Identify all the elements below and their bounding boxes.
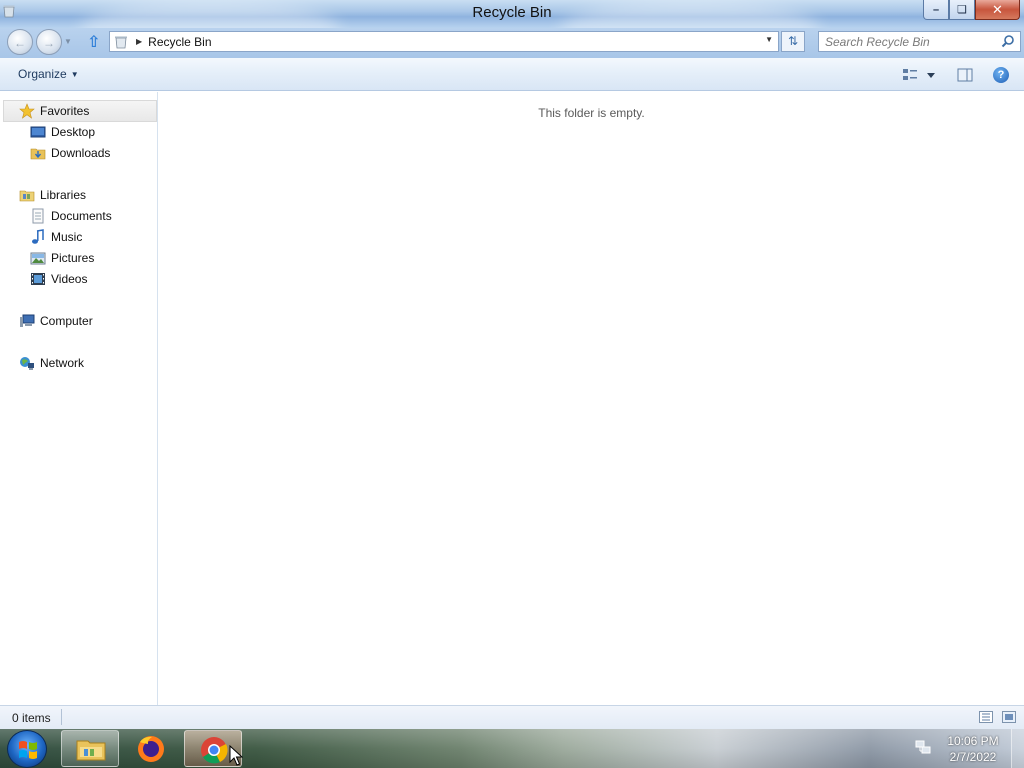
address-bar[interactable]: ▶ Recycle Bin ▼: [109, 31, 779, 52]
nav-item-label: Favorites: [40, 104, 90, 118]
large-icons-view-icon[interactable]: [1002, 711, 1016, 723]
details-view-icon[interactable]: [979, 711, 993, 723]
window-title: Recycle Bin: [472, 4, 552, 21]
organize-label: Organize: [18, 67, 67, 81]
help-icon[interactable]: ?: [993, 67, 1009, 83]
forward-button[interactable]: →: [36, 29, 62, 55]
back-arrow-icon: ←: [14, 36, 26, 50]
minimize-icon: –: [932, 3, 940, 16]
nav-item-computer[interactable]: Computer: [19, 311, 93, 331]
refresh-icon: ⇅: [787, 34, 799, 48]
minimize-button[interactable]: –: [923, 0, 949, 20]
nav-item-music[interactable]: Music: [30, 227, 82, 247]
taskbar-windows-explorer[interactable]: [61, 730, 119, 767]
nav-item-label: Network: [40, 356, 85, 370]
network-tray-icon[interactable]: [915, 739, 931, 755]
documents-icon: [32, 208, 44, 224]
nav-item-downloads[interactable]: Downloads: [30, 143, 110, 163]
empty-folder-message: This folder is empty.: [538, 106, 645, 120]
title-bar[interactable]: Recycle Bin: [0, 0, 1024, 60]
search-input[interactable]: [819, 32, 994, 51]
taskbar-clock[interactable]: 10:06 PM 2/7/2022: [940, 733, 1006, 765]
restore-icon: ❏: [957, 4, 967, 16]
maximize-button[interactable]: ❏: [949, 0, 975, 20]
nav-item-label: Libraries: [40, 188, 87, 202]
recent-pages-dropdown-icon[interactable]: ▼: [64, 37, 72, 46]
nav-item-libraries[interactable]: Libraries: [19, 185, 86, 205]
clock-time: 10:06 PM: [947, 734, 999, 748]
show-desktop-button[interactable]: [1011, 729, 1024, 768]
status-separator: [61, 709, 62, 725]
up-arrow-icon[interactable]: ⇧: [87, 32, 105, 51]
close-icon: ✕: [992, 1, 1003, 17]
change-view-icon[interactable]: [902, 67, 936, 83]
nav-item-label: Music: [51, 230, 83, 244]
computer-icon: [20, 314, 35, 327]
nav-item-pictures[interactable]: Pictures: [30, 248, 94, 268]
breadcrumb-recycle-bin[interactable]: Recycle Bin: [148, 35, 211, 49]
file-list-area[interactable]: This folder is empty.: [159, 92, 1024, 705]
firefox-icon: [138, 736, 164, 762]
nav-item-favorites[interactable]: Favorites: [19, 101, 89, 121]
desktop-icon: [30, 126, 46, 138]
recycle-bin-icon: [115, 36, 127, 48]
item-count: 0 items: [12, 711, 51, 725]
organize-button[interactable]: Organize ▼: [18, 67, 79, 81]
network-icon: [20, 357, 34, 370]
music-icon: [32, 229, 44, 244]
nav-item-documents[interactable]: Documents: [30, 206, 112, 226]
status-bar: 0 items: [0, 705, 1024, 729]
close-button[interactable]: ✕: [975, 0, 1020, 20]
command-bar: [0, 58, 1024, 91]
organize-dropdown-icon: ▼: [70, 70, 79, 79]
downloads-folder-icon: [30, 148, 46, 160]
address-history-dropdown-icon[interactable]: ▼: [765, 35, 773, 44]
navigation-pane[interactable]: Favorites Desktop Downloads Libraries Do…: [0, 92, 158, 705]
start-button[interactable]: [7, 730, 47, 768]
libraries-icon: [19, 190, 35, 202]
clock-date: 2/7/2022: [949, 750, 997, 764]
nav-item-network[interactable]: Network: [19, 353, 84, 373]
nav-item-label: Downloads: [51, 146, 111, 160]
nav-item-label: Desktop: [51, 125, 96, 139]
taskbar-firefox[interactable]: [122, 730, 180, 767]
nav-item-desktop[interactable]: Desktop: [30, 122, 95, 142]
videos-icon: [31, 273, 45, 285]
search-icon[interactable]: [1001, 34, 1015, 48]
nav-item-label: Videos: [51, 272, 88, 286]
back-button[interactable]: ←: [7, 29, 33, 55]
nav-item-label: Computer: [40, 314, 93, 328]
preview-pane-icon[interactable]: [957, 67, 973, 83]
pictures-icon: [30, 252, 46, 265]
breadcrumb-chevron-icon[interactable]: ▶: [136, 37, 142, 46]
windows-logo-icon: [19, 741, 37, 759]
favorites-star-icon: [19, 103, 35, 119]
nav-item-videos[interactable]: Videos: [30, 269, 87, 289]
mouse-cursor-icon: [229, 745, 243, 766]
refresh-button[interactable]: ⇅: [781, 31, 805, 52]
forward-arrow-icon: →: [43, 36, 55, 50]
search-box[interactable]: [818, 31, 1021, 52]
nav-item-label: Pictures: [51, 251, 95, 265]
nav-item-label: Documents: [51, 209, 112, 223]
windows-explorer-icon: [76, 740, 106, 761]
